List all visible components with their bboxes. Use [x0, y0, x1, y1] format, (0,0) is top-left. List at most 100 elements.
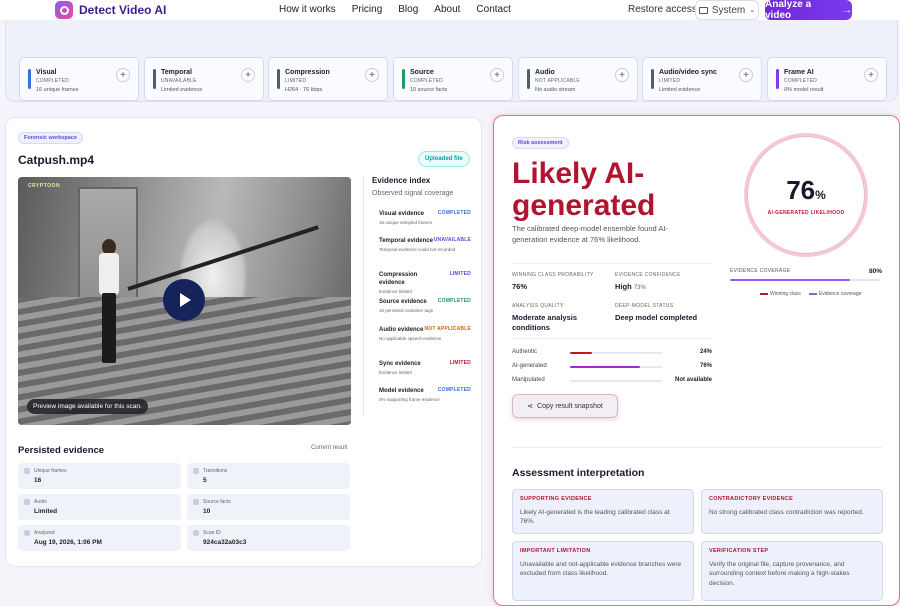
coverage-legend: Winning class Evidence coverage: [760, 291, 861, 297]
engine-status: COMPLETED: [36, 78, 69, 84]
play-button[interactable]: [163, 279, 205, 321]
probability-label: AI-generated: [512, 363, 547, 369]
nav-links: How it works Pricing Blog About Contact: [279, 4, 511, 15]
current-result-label: Current result: [311, 445, 348, 451]
quality-value: Moderate analysis conditions: [512, 313, 578, 332]
evidence-item: Visual evidence COMPLETED 16 unique sample…: [379, 210, 471, 225]
nav-link-how-it-works[interactable]: How it works: [279, 4, 336, 15]
engine-card-compression[interactable]: Compression LIMITED H264 · 76 kbps +: [268, 57, 388, 101]
evidence-item-status: COMPLETED: [437, 298, 471, 304]
engine-card-visual[interactable]: Visual COMPLETED 16 unique frames +: [19, 57, 139, 101]
evidence-item: Source evidence COMPLETED 10 persisted con…: [379, 298, 471, 313]
likelihood-gauge: 76% AI-GENERATED LIKELIHOOD: [744, 133, 868, 257]
engine-status-bar: [527, 69, 530, 89]
winning-class-label: WINNING CLASS PROBABILITY: [512, 272, 594, 278]
interpretation-card-heading: CONTRADICTORY EVIDENCE: [709, 496, 794, 502]
top-nav: Detect Video AI How it works Pricing Blo…: [0, 0, 900, 21]
evidence-item-name: Temporal evidence: [379, 238, 433, 244]
engine-card-frame-ai[interactable]: Frame AI COMPLETED 0% model result +: [767, 57, 887, 101]
legend-evidence-coverage: Evidence coverage: [808, 291, 862, 297]
brand[interactable]: Detect Video AI: [55, 0, 166, 20]
person-body: [99, 253, 119, 295]
evidence-item-name: Source evidence: [379, 299, 427, 305]
legend-coverage-label: Evidence coverage: [818, 291, 862, 297]
plus-icon[interactable]: +: [241, 68, 255, 82]
nav-link-pricing[interactable]: Pricing: [352, 4, 383, 15]
probability-bar-fill: [570, 352, 593, 354]
engine-title: Temporal: [161, 69, 192, 76]
divider: [512, 338, 712, 339]
nav-link-contact[interactable]: Contact: [476, 4, 510, 15]
engine-card-audio-video-sync[interactable]: Audio/video sync LIMITED Limited evidence +: [642, 57, 762, 101]
interpretation-card: IMPORTANT LIMITATION Unavailable and not-…: [512, 541, 694, 601]
persisted-cell: Analyzed Aug 19, 2026, 1:06 PM: [18, 525, 181, 551]
probability-label: Manipulated: [512, 377, 545, 383]
coverage-bar-fill: [730, 279, 850, 281]
engine-title: Audio: [535, 69, 555, 76]
plus-icon[interactable]: +: [490, 68, 504, 82]
probability-label: Authentic: [512, 349, 538, 355]
plus-icon[interactable]: +: [116, 68, 130, 82]
cell-icon: [24, 530, 30, 536]
analyze-video-button[interactable]: Analyze a video →: [765, 0, 852, 21]
engine-status: UNAVAILABLE: [161, 78, 197, 84]
plus-icon[interactable]: +: [739, 68, 753, 82]
persisted-cell: Unique frames 16: [18, 463, 181, 489]
plus-icon[interactable]: +: [864, 68, 878, 82]
engine-detail: 0% model result: [784, 87, 824, 93]
engine-status: LIMITED: [285, 78, 307, 84]
persisted-cell: Audio Limited: [18, 494, 181, 520]
cell-value: 5: [203, 477, 207, 484]
theme-system-button[interactable]: System ⌄: [695, 0, 759, 20]
engine-status-bar: [776, 69, 779, 89]
evidence-item-detail: 0% supporting frame evidence: [379, 397, 440, 403]
cell-value: 16: [34, 477, 42, 484]
engine-card-source[interactable]: Source COMPLETED 10 source facts +: [393, 57, 513, 101]
plus-icon[interactable]: +: [615, 68, 629, 82]
nav-link-about[interactable]: About: [434, 4, 460, 15]
interpretation-card-body: Verify the original file, capture proven…: [709, 561, 850, 587]
chevron-down-icon: ⌄: [749, 7, 756, 14]
evidence-item-detail: Evidence limited: [379, 370, 412, 376]
interpretation-card-body: Unavailable and not-applicable evidence …: [520, 561, 682, 578]
copy-snapshot-button[interactable]: ⋖ Copy result snapshot: [512, 394, 618, 418]
cell-value: 924ca32a03c3: [203, 539, 247, 546]
engine-title: Frame AI: [784, 69, 814, 76]
probability-row: Manipulated Not available: [512, 377, 712, 387]
evidence-item: Sync evidence LIMITED Evidence limited: [379, 360, 471, 375]
evidence-item: Audio evidence NOT APPLICABLE No applicabl…: [379, 326, 471, 341]
confidence-label: EVIDENCE CONFIDENCE: [615, 272, 681, 278]
plus-icon[interactable]: +: [365, 68, 379, 82]
workspace-tag: Forensic workspace: [18, 132, 83, 144]
evidence-item: Model evidence COMPLETED 0% supporting fra…: [379, 387, 471, 402]
engine-status: LIMITED: [659, 78, 681, 84]
persisted-evidence-title: Persisted evidence: [18, 445, 105, 456]
cell-icon: [24, 499, 30, 505]
evidence-item-status: UNAVAILABLE: [433, 237, 471, 243]
engine-card-temporal[interactable]: Temporal UNAVAILABLE Limited evidence +: [144, 57, 264, 101]
probability-value: 24%: [699, 349, 712, 355]
divider: [512, 447, 882, 448]
winning-class: WINNING CLASS PROBABILITY 76%: [512, 272, 594, 292]
cell-label: Scan ID: [203, 530, 221, 536]
probability-bar: [570, 380, 662, 382]
confidence-value-row: High 73%: [615, 282, 681, 293]
risk-tag: Risk assessment: [512, 137, 569, 149]
cell-label: Source facts: [203, 499, 231, 505]
evidence-confidence: EVIDENCE CONFIDENCE High 73%: [615, 272, 681, 293]
cell-value: 10: [203, 508, 211, 515]
engine-detail: No audio stream: [535, 87, 576, 93]
engine-card-audio[interactable]: Audio NOT APPLICABLE No audio stream +: [518, 57, 638, 101]
engine-detail: Limited evidence: [161, 87, 203, 93]
cell-label: Unique frames: [34, 468, 67, 474]
restore-access-link[interactable]: Restore access: [628, 4, 697, 15]
video-preview[interactable]: CRYPTOON Preview image available for thi…: [18, 177, 351, 425]
evidence-item-name: Model evidence: [379, 388, 424, 394]
divider: [512, 263, 712, 264]
interpretation-card-heading: IMPORTANT LIMITATION: [520, 548, 591, 554]
person-legs: [102, 293, 116, 363]
cell-label: Analyzed: [34, 530, 55, 536]
coverage-label: EVIDENCE COVERAGE: [730, 268, 791, 274]
nav-link-blog[interactable]: Blog: [398, 4, 418, 15]
interpretation-card: CONTRADICTORY EVIDENCE No strong calibrat…: [701, 489, 883, 534]
